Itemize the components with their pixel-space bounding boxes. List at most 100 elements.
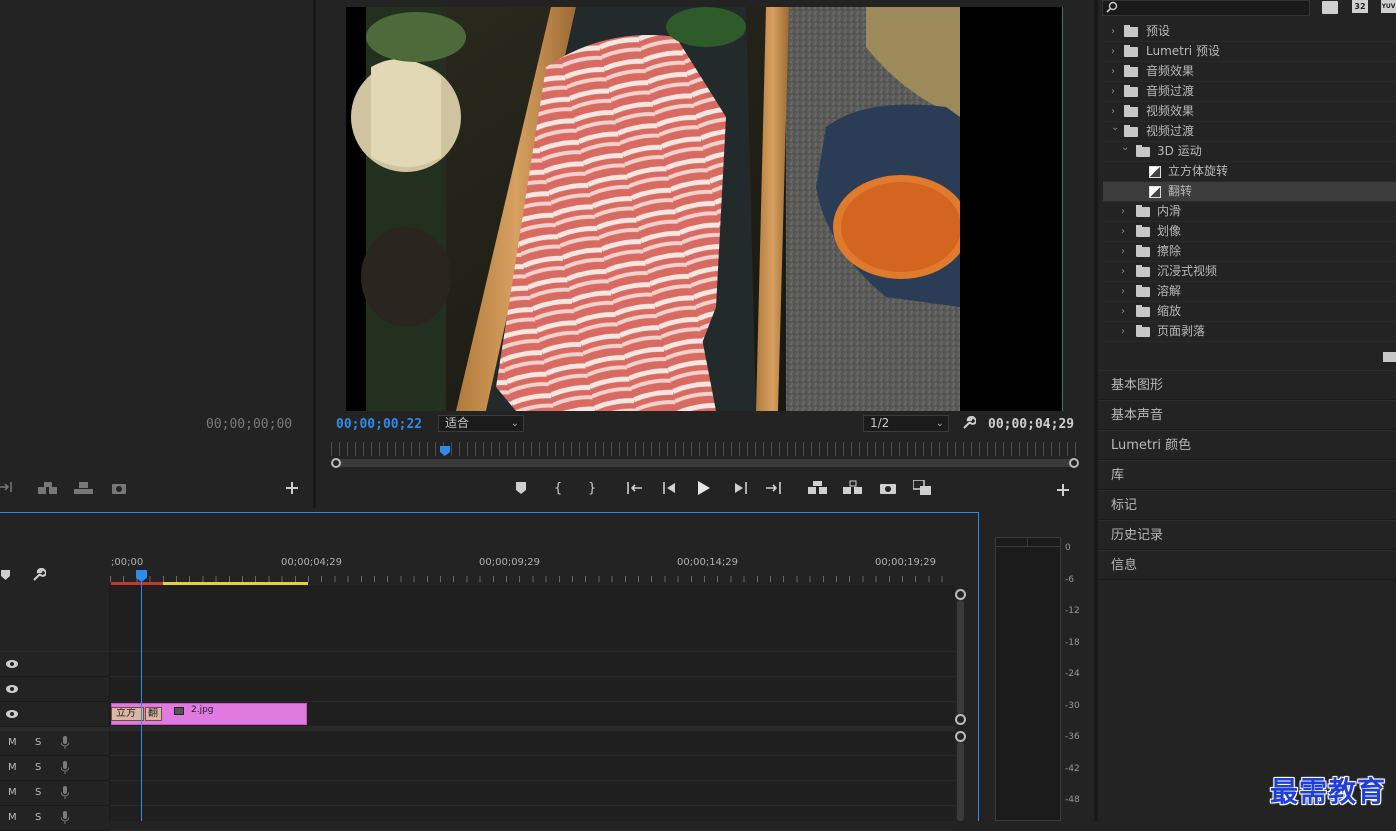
mute-button[interactable]: M <box>8 762 17 773</box>
chevron-down-icon[interactable]: ⌄ <box>1121 138 1129 157</box>
audio-vscroll-track[interactable] <box>957 742 964 821</box>
chevron-right-icon[interactable]: › <box>1111 62 1115 81</box>
solo-button[interactable]: S <box>35 787 41 798</box>
side-panel-header[interactable]: 历史记录 <box>1098 520 1396 550</box>
effects-tree-row[interactable]: › 预设 <box>1103 22 1396 42</box>
32bit-filter-badge[interactable]: 32 <box>1352 0 1368 13</box>
insert-icon[interactable] <box>38 481 58 495</box>
add-button-icon[interactable] <box>286 482 298 494</box>
effects-tree-row[interactable]: 翻转 <box>1103 182 1396 202</box>
effects-tree-row[interactable]: 立方体旋转 <box>1103 162 1396 182</box>
chevron-right-icon[interactable]: › <box>1121 322 1125 341</box>
chevron-right-icon[interactable]: › <box>1111 82 1115 101</box>
play-icon[interactable] <box>698 481 710 495</box>
program-current-timecode[interactable]: 00;00;00;22 <box>336 417 422 432</box>
effects-tree-row[interactable]: ⌄ 视频过渡 <box>1103 122 1396 142</box>
effects-tree-row[interactable]: › Lumetri 预设 <box>1103 42 1396 62</box>
timeline-playhead-line[interactable] <box>141 580 142 821</box>
mute-button[interactable]: M <box>8 812 17 823</box>
timeline-vscroll-top[interactable] <box>955 589 966 600</box>
eye-icon[interactable] <box>6 659 18 669</box>
step-back-icon[interactable] <box>663 482 677 494</box>
video-track-header <box>0 652 110 677</box>
effects-tree-row[interactable]: › 音频效果 <box>1103 62 1396 82</box>
step-forward-icon[interactable] <box>733 482 747 494</box>
chevron-right-icon[interactable]: › <box>1121 202 1125 221</box>
transition-flip[interactable]: 翻 <box>145 707 162 721</box>
effects-tree-row[interactable]: › 音频过渡 <box>1103 82 1396 102</box>
compare-view-icon[interactable] <box>913 480 931 495</box>
zoom-handle-left[interactable] <box>331 458 341 468</box>
fit-dropdown[interactable]: 适合 ⌄ <box>438 415 524 432</box>
microphone-icon[interactable] <box>61 811 69 824</box>
export-frame-icon[interactable] <box>880 482 896 494</box>
effects-tree-row[interactable]: › 溶解 <box>1103 282 1396 302</box>
effects-tree-row[interactable]: › 缩放 <box>1103 302 1396 322</box>
chevron-right-icon[interactable]: › <box>1121 302 1125 321</box>
resolution-dropdown[interactable]: 1/2 ⌄ <box>863 415 949 432</box>
wrench-settings-icon[interactable] <box>32 568 46 582</box>
solo-button[interactable]: S <box>35 762 41 773</box>
effects-tree-row[interactable]: › 擦除 <box>1103 242 1396 262</box>
video-image <box>351 7 1063 411</box>
effects-tree-row[interactable]: › 页面剥落 <box>1103 322 1396 342</box>
solo-button[interactable]: S <box>35 737 41 748</box>
chevron-down-icon[interactable]: ⌄ <box>1111 118 1119 137</box>
zoom-handle-right[interactable] <box>1069 458 1079 468</box>
solo-button[interactable]: S <box>35 812 41 823</box>
effects-tree-row[interactable]: ⌄ 3D 运动 <box>1103 142 1396 162</box>
overwrite-icon[interactable] <box>74 481 94 495</box>
new-bin-icon[interactable] <box>1383 352 1396 362</box>
go-to-in-icon[interactable] <box>627 482 643 494</box>
mark-in-icon[interactable]: { <box>554 481 562 496</box>
export-frame-icon[interactable] <box>112 482 126 494</box>
yuv-filter-badge[interactable]: YUV <box>1381 0 1396 13</box>
go-to-out-icon[interactable] <box>0 481 14 493</box>
accelerated-effects-filter-icon[interactable] <box>1322 1 1338 14</box>
eye-icon[interactable] <box>6 709 18 719</box>
audio-track-header: MS <box>0 806 110 831</box>
effects-tree-label: 缩放 <box>1157 304 1182 318</box>
add-marker-icon[interactable] <box>516 482 526 494</box>
effects-tree-row[interactable]: › 沉浸式视频 <box>1103 262 1396 282</box>
audio-track-header: MS <box>0 756 110 781</box>
side-panel-header[interactable]: 基本图形 <box>1098 370 1396 400</box>
chevron-right-icon[interactable]: › <box>1111 22 1115 41</box>
audio-vscroll-top[interactable] <box>955 731 966 742</box>
effects-tree-row[interactable]: › 视频效果 <box>1103 102 1396 122</box>
lift-icon[interactable] <box>808 480 828 494</box>
folder-icon <box>1136 265 1150 277</box>
folder-icon <box>1136 145 1150 157</box>
add-marker-icon[interactable] <box>1 570 10 580</box>
timeline-vscroll-bottom[interactable] <box>955 714 966 725</box>
effects-tree-row[interactable]: › 划像 <box>1103 222 1396 242</box>
extract-icon[interactable] <box>843 480 863 494</box>
watermark-logo: 最需教育 <box>1270 775 1387 808</box>
add-button-icon[interactable] <box>1057 484 1069 496</box>
side-panel-header[interactable]: 标记 <box>1098 490 1396 520</box>
side-panel-header[interactable]: Lumetri 颜色 <box>1098 430 1396 460</box>
video-frame[interactable] <box>346 7 1063 411</box>
microphone-icon[interactable] <box>61 786 69 799</box>
chevron-right-icon[interactable]: › <box>1111 42 1115 61</box>
chevron-right-icon[interactable]: › <box>1121 262 1125 281</box>
chevron-right-icon[interactable]: › <box>1121 242 1125 261</box>
wrench-settings-icon[interactable] <box>962 416 976 430</box>
mute-button[interactable]: M <box>8 737 17 748</box>
timeline-vscroll-track[interactable] <box>957 600 964 715</box>
microphone-icon[interactable] <box>61 736 69 749</box>
go-to-out-icon[interactable] <box>765 482 781 494</box>
effects-tree-row[interactable]: › 内滑 <box>1103 202 1396 222</box>
mute-button[interactable]: M <box>8 787 17 798</box>
side-panel-header[interactable]: 基本声音 <box>1098 400 1396 430</box>
chevron-right-icon[interactable]: › <box>1121 222 1125 241</box>
effects-search-input[interactable] <box>1102 0 1310 16</box>
side-panel-header[interactable]: 库 <box>1098 460 1396 490</box>
transition-cube-spin[interactable]: 立方 <box>111 707 144 721</box>
zoom-scrollbar[interactable] <box>332 459 1078 467</box>
microphone-icon[interactable] <box>61 761 69 774</box>
mark-out-icon[interactable]: } <box>588 481 596 496</box>
eye-icon[interactable] <box>6 684 18 694</box>
chevron-right-icon[interactable]: › <box>1121 282 1125 301</box>
side-panel-header[interactable]: 信息 <box>1098 550 1396 580</box>
